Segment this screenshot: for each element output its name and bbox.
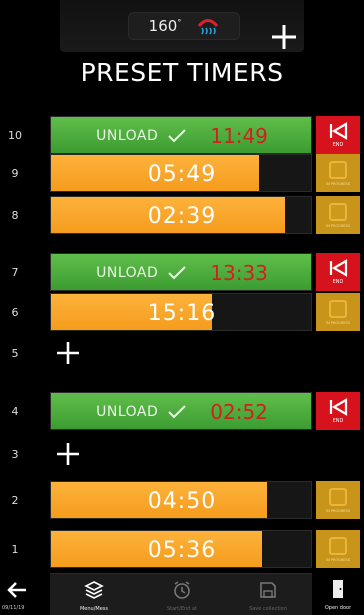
open-door-label: Open door [324,605,352,611]
unload-bar[interactable]: UNLOAD 11:49 [50,116,312,154]
slot-number: 2 [11,493,19,507]
unload-bar[interactable]: UNLOAD 13:33 [50,253,312,291]
timer-countdown: 02:39 [147,203,217,229]
in-progress-button[interactable]: IN PROGRESS [316,481,360,519]
start-end-label: Start/End at [166,606,197,612]
slot-number: 3 [11,447,19,461]
slot-number: 7 [11,265,19,279]
unload-content: UNLOAD 02:52 [51,393,313,431]
in-progress-button[interactable]: IN PROGRESS [316,293,360,331]
in-progress-icon [329,487,347,506]
save-button[interactable]: Save collection [236,574,300,615]
slot-number: 4 [11,404,19,418]
unload-label: UNLOAD [96,265,159,281]
menu-label: Menu/Mess [79,606,108,612]
timer-bar[interactable]: 05:49 [50,154,312,192]
unload-label: UNLOAD [96,128,159,144]
timer-bar[interactable]: 05:36 [50,530,312,568]
unload-time: 02:52 [210,400,268,424]
timer-slot: 6 15:16 IN PROGRESS [0,293,364,331]
menu-button[interactable]: Menu/Mess [62,574,126,615]
end-button[interactable]: END [316,253,360,291]
slot-number: 8 [11,208,19,222]
timer-slot: 8 02:39 IN PROGRESS [0,196,364,234]
bottom-bar: 09/11/19 Menu/Mess Start/End at Save col… [0,573,364,615]
end-button[interactable]: END [316,116,360,154]
timer-slot: 10 UNLOAD 11:49 END [0,116,364,154]
slot-number: 5 [11,346,19,360]
unload-label: UNLOAD [96,404,159,420]
heater-icon [198,19,219,35]
in-progress-label: IN PROGRESS [326,508,350,513]
in-progress-icon [329,536,347,555]
unload-content: UNLOAD 11:49 [51,117,313,155]
in-progress-button[interactable]: IN PROGRESS [316,196,360,234]
page-title: PRESET TIMERS [80,58,284,87]
save-icon [260,582,276,598]
check-icon [168,405,186,419]
slot-number: 1 [11,542,19,556]
end-skip-icon [329,122,348,140]
temperature-readout: 160° [148,17,182,35]
in-progress-button[interactable]: IN PROGRESS [316,154,360,192]
bottom-toolbar: Menu/Mess Start/End at Save collection [50,573,312,615]
slot-number: 6 [11,305,19,319]
layers-icon [84,581,104,599]
in-progress-label: IN PROGRESS [326,320,350,325]
check-icon [168,266,186,280]
timer-countdown: 05:36 [147,537,217,563]
timer-slot: 5 [0,334,364,372]
end-skip-icon [329,259,348,277]
back-arrow-icon[interactable] [6,579,28,601]
slot-number: 9 [11,166,19,180]
add-timer-icon[interactable] [269,22,299,52]
end-label: END [332,279,344,285]
start-end-button[interactable]: Start/End at [150,574,214,615]
door-icon [333,580,343,598]
alarm-clock-icon [174,581,190,599]
unload-time: 13:33 [210,261,268,285]
open-door-button[interactable]: Open door [316,573,360,615]
timer-slot: 7 UNLOAD 13:33 END [0,253,364,291]
end-button[interactable]: END [316,392,360,430]
timer-slot: 2 04:50 IN PROGRESS [0,481,364,519]
in-progress-icon [329,202,347,221]
timer-slot: 1 05:36 IN PROGRESS [0,530,364,568]
end-skip-icon [329,398,348,416]
timer-countdown: 04:50 [147,488,217,514]
in-progress-label: IN PROGRESS [326,557,350,562]
timer-slot: 9 05:49 IN PROGRESS [0,154,364,192]
in-progress-button[interactable]: IN PROGRESS [316,530,360,568]
unload-bar[interactable]: UNLOAD 02:52 [50,392,312,430]
add-slot-icon[interactable] [56,341,80,365]
check-icon [168,129,186,143]
timer-slot: 3 [0,435,364,473]
add-slot-icon[interactable] [56,442,80,466]
save-label: Save collection [249,606,287,612]
unload-content: UNLOAD 13:33 [51,254,313,292]
timer-bar[interactable]: 15:16 [50,293,312,331]
unload-time: 11:49 [210,124,268,148]
timer-countdown: 05:49 [147,161,217,187]
status-indicator: 160° [128,12,240,40]
slot-number: 10 [8,128,22,142]
timer-bar[interactable]: 04:50 [50,481,312,519]
in-progress-icon [329,160,347,179]
timer-slot: 4 UNLOAD 02:52 END [0,392,364,430]
end-label: END [332,418,344,424]
date-label: 09/11/19 [2,605,25,611]
end-label: END [332,142,344,148]
in-progress-label: IN PROGRESS [326,181,350,186]
timer-countdown: 15:16 [147,300,217,326]
in-progress-icon [329,299,347,318]
in-progress-label: IN PROGRESS [326,223,350,228]
timer-bar[interactable]: 02:39 [50,196,312,234]
